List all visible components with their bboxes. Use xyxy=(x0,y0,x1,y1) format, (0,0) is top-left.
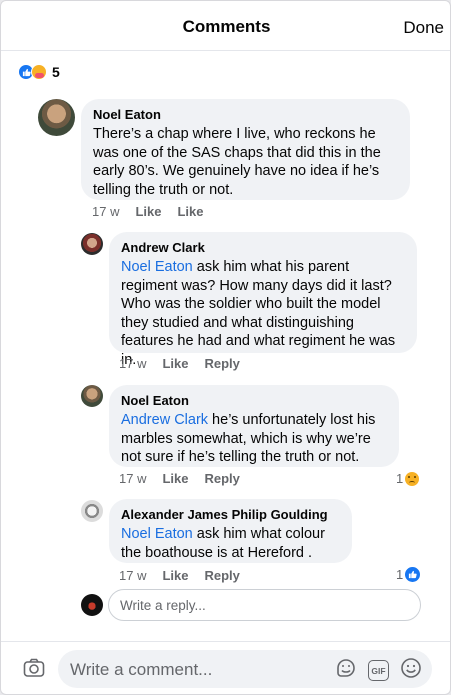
emoji-icon[interactable] xyxy=(400,657,422,684)
comment-text: Noel Eaton ask him what colour the boath… xyxy=(121,525,340,562)
care-icon xyxy=(31,64,47,80)
comment-author[interactable]: Andrew Clark xyxy=(121,240,405,256)
like-icon xyxy=(405,567,421,582)
comment-time: 17 w xyxy=(119,471,147,486)
comment-body: ask him what his parent regiment was? Ho… xyxy=(121,259,396,368)
reply-placeholder: Write a reply... xyxy=(120,597,206,613)
header: Comments Done xyxy=(1,1,450,51)
comment-actions: 17 w Like Reply xyxy=(119,356,256,371)
like-button[interactable]: Like xyxy=(135,204,161,219)
avatar[interactable] xyxy=(38,99,75,136)
avatar[interactable] xyxy=(81,500,103,522)
reaction-summary[interactable]: 5 xyxy=(18,63,60,81)
comment-author[interactable]: Alexander James Philip Goulding xyxy=(121,507,340,523)
comment-bubble: Alexander James Philip Goulding Noel Eat… xyxy=(109,499,352,563)
sticker-icon[interactable] xyxy=(335,657,357,684)
mention-link[interactable]: Andrew Clark xyxy=(121,412,208,428)
comment-time: 17 w xyxy=(119,356,147,371)
comment-text: There’s a chap where I live, who reckons… xyxy=(93,126,381,198)
reply-button[interactable]: Reply xyxy=(204,568,239,583)
reply-input[interactable]: Write a reply... xyxy=(108,589,421,621)
comment-bubble: Noel Eaton Andrew Clark he’s unfortunate… xyxy=(109,385,399,467)
comment-composer: Write a comment... GIF xyxy=(1,641,450,694)
avatar[interactable] xyxy=(81,233,103,255)
avatar[interactable] xyxy=(81,385,103,407)
composer-actions: GIF xyxy=(324,657,422,684)
reply-button[interactable]: Reply xyxy=(204,356,239,371)
reply-button[interactable]: Like xyxy=(177,204,203,219)
like-button[interactable]: Like xyxy=(162,356,188,371)
comment-reactions[interactable]: 1 xyxy=(396,567,421,582)
comment-actions: 17 w Like Like xyxy=(92,204,220,219)
like-button[interactable]: Like xyxy=(162,471,188,486)
reply-button[interactable]: Reply xyxy=(204,471,239,486)
camera-icon[interactable] xyxy=(23,658,45,683)
like-button[interactable]: Like xyxy=(162,568,188,583)
comment-actions: 17 w Like Reply xyxy=(119,471,256,486)
comment-placeholder: Write a comment... xyxy=(70,660,213,679)
comment-author[interactable]: Noel Eaton xyxy=(121,393,387,409)
comment-bubble: Andrew Clark Noel Eaton ask him what his… xyxy=(109,232,417,368)
sad-icon xyxy=(405,471,420,486)
done-button[interactable]: Done xyxy=(403,18,444,38)
mention-link[interactable]: Noel Eaton xyxy=(121,259,193,275)
comment-text: Andrew Clark he’s unfortunately lost his… xyxy=(121,411,387,467)
comment-actions: 17 w Like Reply xyxy=(119,568,256,583)
comment-author[interactable]: Noel Eaton xyxy=(93,107,398,123)
mention-link[interactable]: Noel Eaton xyxy=(121,526,193,542)
comment-reactions[interactable]: 1 xyxy=(396,471,420,486)
reaction-count: 5 xyxy=(52,64,60,80)
comment-input[interactable]: Write a comment... GIF xyxy=(58,650,432,688)
comment-time: 17 w xyxy=(119,568,147,583)
gif-icon[interactable]: GIF xyxy=(368,660,389,681)
comments-sheet: Comments Done 5 Noel Eaton There’s a cha… xyxy=(0,0,451,695)
comment-text: Noel Eaton ask him what his parent regim… xyxy=(121,258,405,369)
comment-bubble: Noel Eaton There’s a chap where I live, … xyxy=(81,99,410,200)
reaction-count: 1 xyxy=(396,471,404,486)
reaction-count: 1 xyxy=(396,567,404,582)
page-title: Comments xyxy=(182,17,271,36)
avatar xyxy=(81,594,103,616)
comment-time: 17 w xyxy=(92,204,120,219)
